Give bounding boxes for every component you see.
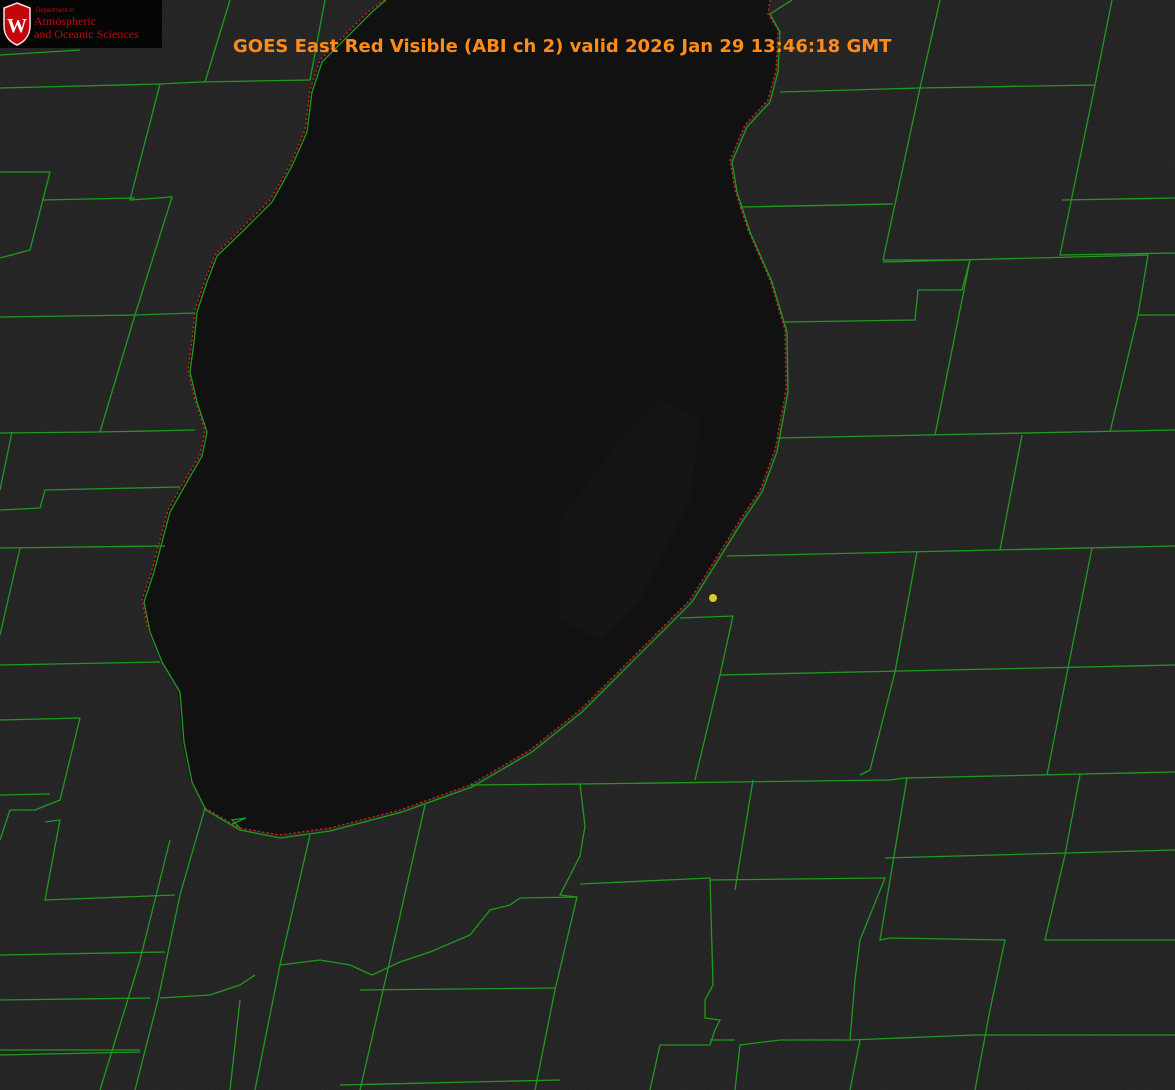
satellite-viewer: W Department of Atmospheric and Oceanic … bbox=[0, 0, 1175, 1090]
logo-line-2: and Oceanic Sciences bbox=[34, 27, 139, 41]
uw-aos-logo: W Department of Atmospheric and Oceanic … bbox=[0, 0, 162, 48]
logo-line-1: Atmospheric bbox=[34, 14, 96, 28]
crest-letter: W bbox=[7, 15, 27, 37]
uw-crest-icon: W bbox=[3, 2, 31, 46]
map-title: GOES East Red Visible (ABI ch 2) valid 2… bbox=[233, 36, 892, 57]
location-marker bbox=[709, 594, 717, 602]
satellite-map bbox=[0, 0, 1175, 1090]
